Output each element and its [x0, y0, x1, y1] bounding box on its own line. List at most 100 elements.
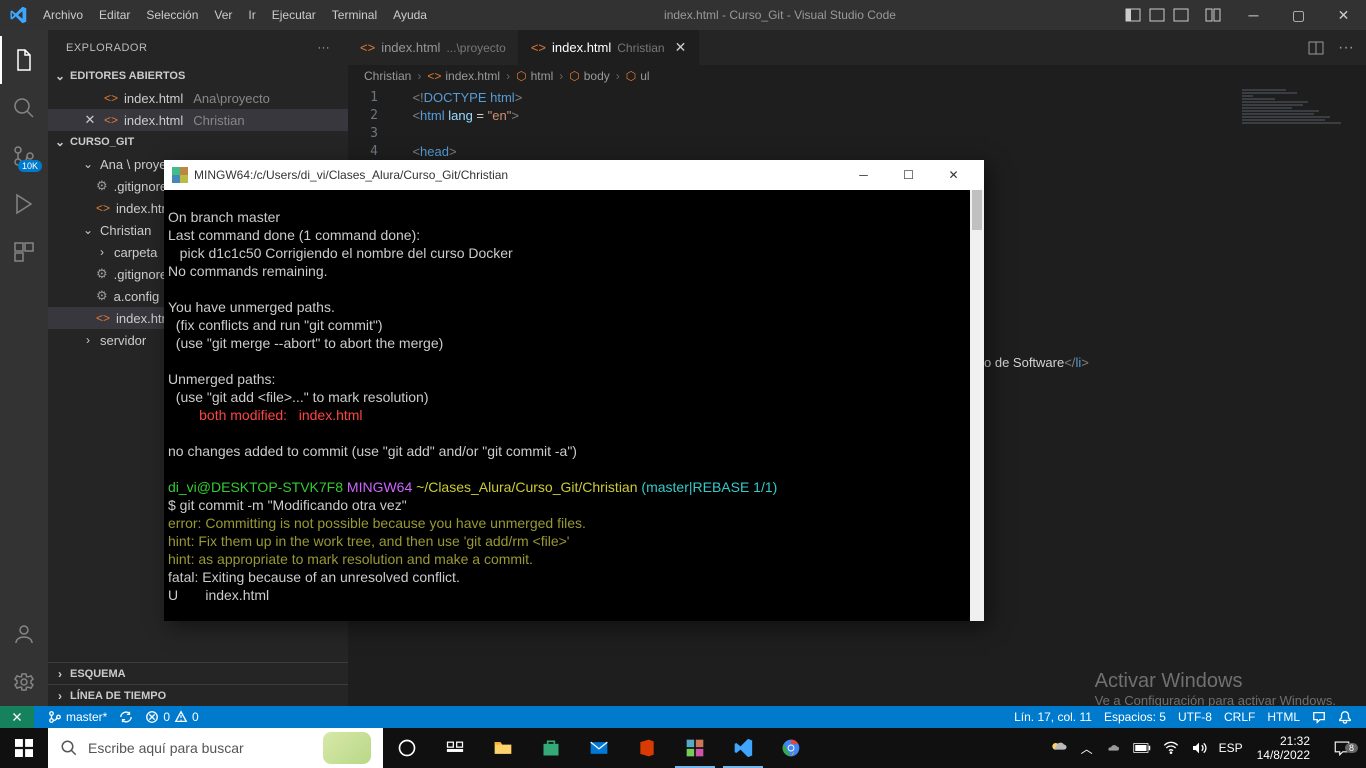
run-debug-icon[interactable]	[0, 180, 48, 228]
terminal-maximize-button[interactable]: ☐	[886, 160, 931, 190]
customize-layout-icon[interactable]	[1205, 7, 1221, 23]
tab-index-proyecto[interactable]: <> index.html ...\proyecto	[348, 30, 519, 65]
notifications-icon[interactable]	[1332, 710, 1358, 724]
task-view-icon[interactable]	[431, 728, 479, 768]
language-mode[interactable]: HTML	[1261, 710, 1306, 724]
menu-ejecutar[interactable]: Ejecutar	[264, 2, 324, 28]
terminal-titlebar[interactable]: MINGW64:/c/Users/di_vi/Clases_Alura/Curs…	[164, 160, 984, 190]
eol[interactable]: CRLF	[1218, 710, 1261, 724]
search-icon[interactable]	[0, 84, 48, 132]
vscode-taskbar-icon[interactable]	[719, 728, 767, 768]
term-line: No commands remaining.	[168, 263, 328, 279]
close-tab-icon[interactable]: ✕	[675, 39, 687, 56]
menu-terminal[interactable]: Terminal	[324, 2, 385, 28]
project-header[interactable]: ⌄CURSO_GIT	[48, 131, 348, 153]
action-center-icon[interactable]: 8	[1318, 739, 1366, 757]
terminal-close-button[interactable]: ✕	[931, 160, 976, 190]
taskbar-search[interactable]: Escribe aquí para buscar	[48, 728, 383, 768]
sync-button[interactable]	[113, 710, 139, 724]
accounts-icon[interactable]	[0, 610, 48, 658]
code-editor[interactable]: 1234 <!DOCTYPE html> <html lang = "en"> …	[348, 87, 1366, 161]
indentation[interactable]: Espacios: 5	[1098, 710, 1172, 724]
menu-ver[interactable]: Ver	[206, 2, 240, 28]
term-prompt: di_vi@DESKTOP-STVK7F8 MINGW64 ~/Clases_A…	[168, 479, 777, 495]
breadcrumb-item[interactable]: index.html	[445, 69, 500, 83]
settings-gear-icon[interactable]	[0, 658, 48, 706]
menu-archivo[interactable]: Archivo	[35, 2, 91, 28]
close-editor-icon[interactable]: ✕	[82, 112, 98, 128]
menu-ir[interactable]: Ir	[240, 2, 263, 28]
folder-label: Christian	[100, 223, 151, 238]
breadcrumb-item[interactable]: html	[531, 69, 554, 83]
more-actions-icon[interactable]: ···	[1338, 39, 1354, 57]
tab-index-christian[interactable]: <> index.html Christian ✕	[519, 30, 700, 65]
battery-icon[interactable]	[1127, 728, 1157, 768]
volume-icon[interactable]	[1185, 728, 1213, 768]
terminal-minimize-button[interactable]: ─	[841, 160, 886, 190]
source-control-icon[interactable]: 10K	[0, 132, 48, 180]
terminal-body[interactable]: On branch master Last command done (1 co…	[164, 190, 970, 621]
toggle-right-sidebar-icon[interactable]	[1173, 7, 1189, 23]
vscode-statusbar: master* 0 0 Lín. 17, col. 11 Espacios: 5…	[0, 706, 1366, 728]
term-line: hint: Fix them up in the work tree, and …	[168, 533, 569, 549]
language-indicator[interactable]: ESP	[1213, 728, 1249, 768]
html-file-icon: <>	[427, 69, 441, 83]
timeline-section[interactable]: ›LÍNEA DE TIEMPO	[48, 684, 348, 706]
minimap[interactable]	[1242, 89, 1352, 209]
extensions-icon[interactable]	[0, 228, 48, 276]
term-line: no changes added to commit (use "git add…	[168, 443, 577, 459]
term-line: $ git commit -m "Modificando otra vez"	[168, 497, 407, 513]
wifi-icon[interactable]	[1157, 728, 1185, 768]
maximize-button[interactable]: ▢	[1276, 0, 1321, 30]
power-toys-icon[interactable]	[671, 728, 719, 768]
onedrive-icon[interactable]	[1099, 728, 1127, 768]
toggle-sidebar-icon[interactable]	[1125, 7, 1141, 23]
outline-section[interactable]: ›ESQUEMA	[48, 662, 348, 684]
open-editor-item[interactable]: <> index.html Ana\proyecto	[48, 87, 348, 109]
git-branch[interactable]: master*	[42, 710, 113, 724]
split-editor-icon[interactable]	[1308, 40, 1324, 56]
explorer-more-icon[interactable]: ···	[318, 42, 331, 54]
breadcrumb-item[interactable]: ul	[640, 69, 649, 83]
remote-indicator[interactable]	[0, 706, 34, 728]
cortana-icon[interactable]	[383, 728, 431, 768]
breadcrumb-item[interactable]: body	[584, 69, 610, 83]
scrollbar-thumb[interactable]	[972, 190, 982, 230]
encoding[interactable]: UTF-8	[1172, 710, 1218, 724]
problems-indicator[interactable]: 0 0	[139, 710, 204, 724]
menu-seleccion[interactable]: Selección	[138, 2, 206, 28]
minimize-button[interactable]: ─	[1231, 0, 1276, 30]
terminal-scrollbar[interactable]	[970, 190, 984, 621]
open-editors-header[interactable]: ⌄EDITORES ABIERTOS	[48, 65, 348, 87]
menu-editar[interactable]: Editar	[91, 2, 138, 28]
microsoft-store-icon[interactable]	[527, 728, 575, 768]
toggle-panel-icon[interactable]	[1149, 7, 1165, 23]
file-explorer-icon[interactable]	[479, 728, 527, 768]
line-gutter: 1234	[348, 89, 392, 161]
open-editor-item-active[interactable]: ✕ <> index.html Christian	[48, 109, 348, 131]
folder-label: servidor	[100, 333, 146, 348]
code-peek: o de Software</li>	[984, 355, 1089, 371]
chrome-icon[interactable]	[767, 728, 815, 768]
feedback-icon[interactable]	[1306, 710, 1332, 724]
tab-filename: index.html	[381, 40, 440, 55]
mail-icon[interactable]	[575, 728, 623, 768]
cursor-position[interactable]: Lín. 17, col. 11	[1008, 710, 1098, 724]
start-button[interactable]	[0, 728, 48, 768]
mingw-icon	[172, 167, 188, 183]
close-button[interactable]: ✕	[1321, 0, 1366, 30]
notification-count: 8	[1345, 743, 1358, 753]
breadcrumb-item[interactable]: Christian	[364, 69, 411, 83]
breadcrumb[interactable]: Christian› <>index.html› ⬡html› ⬡body› ⬡…	[348, 65, 1366, 87]
editor-tabs: <> index.html ...\proyecto <> index.html…	[348, 30, 1366, 65]
term-line: fatal: Exiting because of an unresolved …	[168, 569, 460, 585]
window-controls: ─ ▢ ✕	[1231, 0, 1366, 30]
tray-chevron-icon[interactable]: ︿	[1075, 728, 1099, 768]
weather-icon[interactable]	[1043, 728, 1075, 768]
clock[interactable]: 21:32 14/8/2022	[1249, 734, 1318, 762]
menu-ayuda[interactable]: Ayuda	[385, 2, 435, 28]
explorer-icon[interactable]	[0, 36, 48, 84]
tab-path: ...\proyecto	[446, 41, 505, 55]
tab-filename: index.html	[552, 40, 611, 55]
office-icon[interactable]	[623, 728, 671, 768]
